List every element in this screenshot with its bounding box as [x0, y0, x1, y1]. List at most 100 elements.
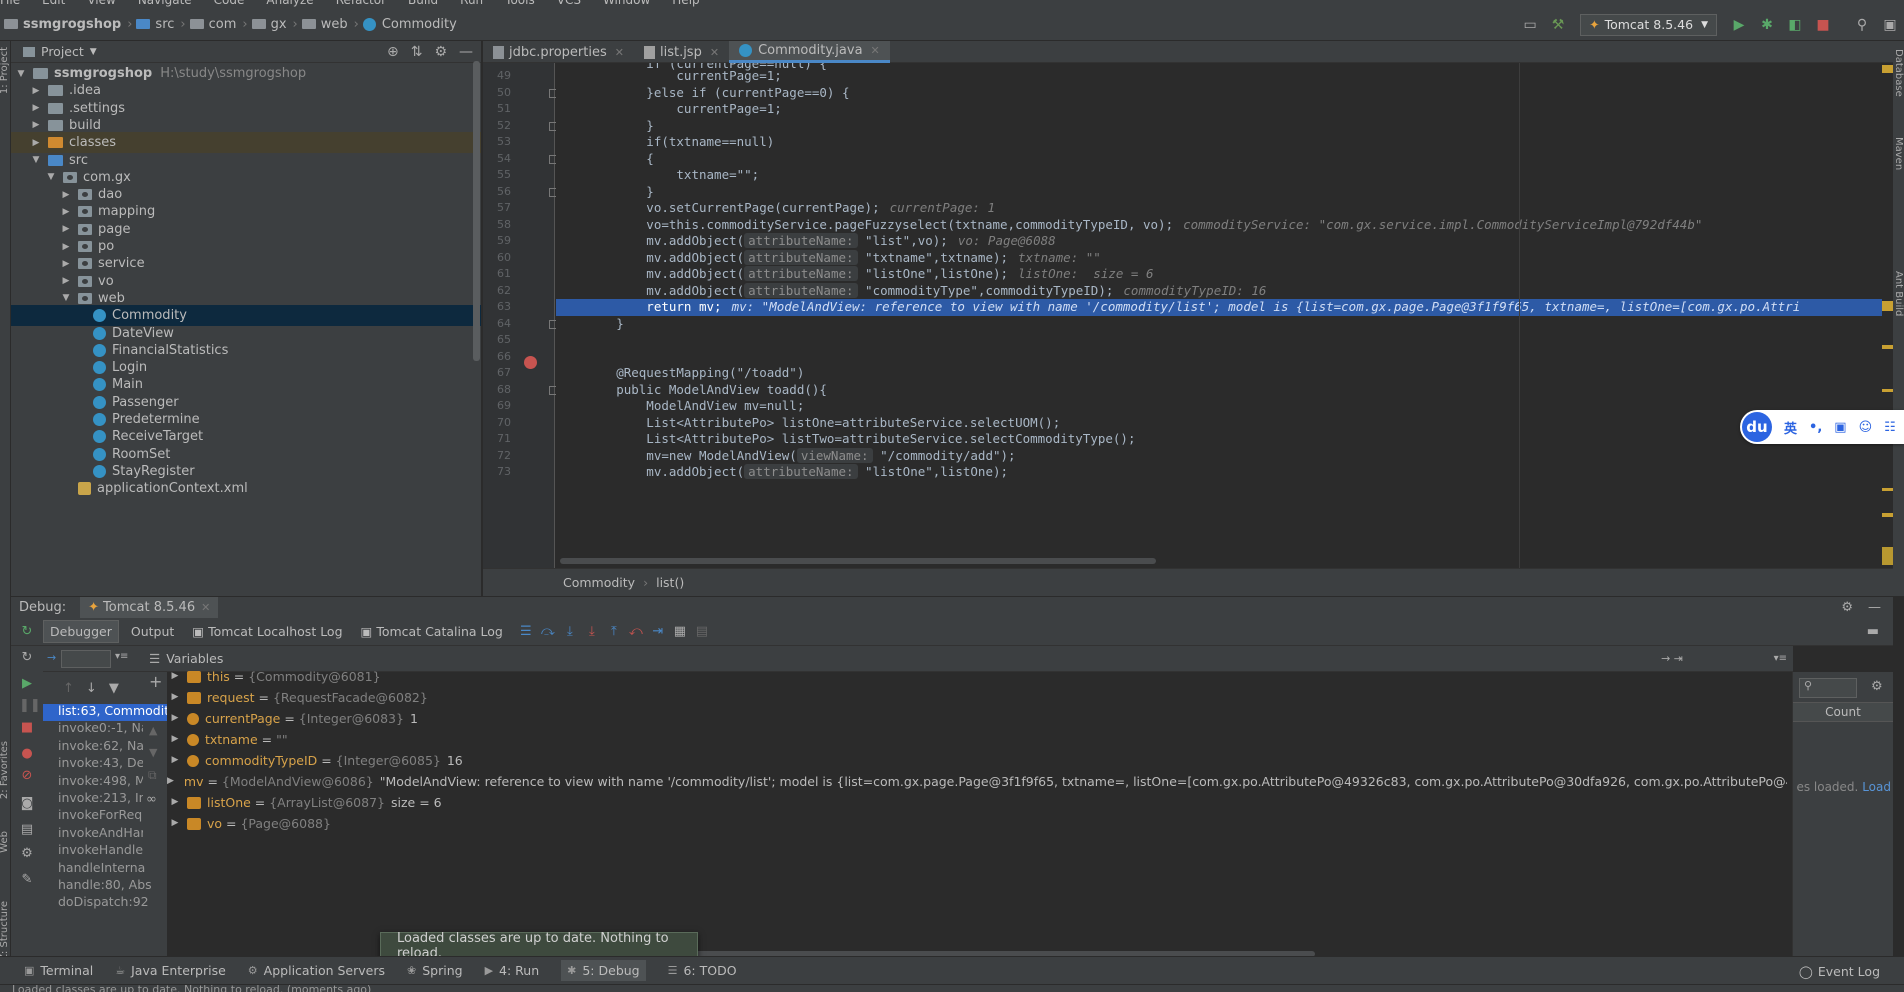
code-line[interactable]: txtname="";: [556, 167, 1882, 184]
up-arrow-icon[interactable]: ↑: [63, 681, 74, 696]
code-line[interactable]: }: [556, 184, 1882, 201]
ime-keyboard-icon[interactable]: ▣: [1834, 420, 1846, 435]
code-line[interactable]: mv.addObject(attributeName: "listOne",li…: [556, 266, 1882, 283]
menu-item[interactable]: Build: [408, 0, 438, 7]
maven-tool-tab[interactable]: Maven: [1893, 137, 1904, 170]
minimize-icon[interactable]: —: [1868, 600, 1881, 615]
breadcrumb-src[interactable]: src ›: [136, 17, 186, 32]
database-tool-tab[interactable]: Database: [1893, 49, 1904, 97]
close-icon[interactable]: ✕: [615, 46, 624, 59]
menu-item[interactable]: View: [87, 0, 115, 7]
run-config-select[interactable]: ✦ Tomcat 8.5.46 ▼: [1580, 13, 1717, 36]
tab-list-jsp[interactable]: list.jsp ✕: [634, 41, 729, 63]
refresh-icon[interactable]: ↻: [19, 650, 35, 666]
code-line[interactable]: }: [556, 118, 1882, 135]
search-icon[interactable]: ⚲: [1851, 14, 1873, 36]
code-line[interactable]: }: [556, 316, 1882, 333]
project-tool-tab[interactable]: 1: Project: [0, 47, 10, 94]
gear-icon[interactable]: ⚙: [434, 44, 447, 60]
class-search-input[interactable]: ⚲: [1799, 678, 1857, 698]
expanded-arrow-icon[interactable]: ▼: [15, 69, 27, 79]
warning-mark[interactable]: [1882, 547, 1893, 565]
code-line[interactable]: mv=new ModelAndView(viewName: "/commodit…: [556, 447, 1882, 465]
breadcrumb-web[interactable]: web ›: [301, 17, 359, 32]
code-line[interactable]: mv.addObject(attributeName: "txtname",tx…: [556, 249, 1882, 267]
editor-horizontal-scrollbar[interactable]: [560, 558, 1156, 564]
tool-window-spring[interactable]: ❀ Spring: [407, 963, 463, 978]
current-execution-line[interactable]: return mv; mv: "ModelAndView: reference t…: [556, 299, 1882, 316]
collapsed-arrow-icon[interactable]: ▶: [60, 190, 72, 200]
menu-item[interactable]: Navigate: [138, 0, 192, 7]
up-icon[interactable]: ▲: [149, 724, 157, 737]
warning-mark[interactable]: [1882, 513, 1893, 517]
ime-language-toggle[interactable]: 英: [1784, 418, 1797, 437]
filter-icon[interactable]: ▼: [109, 681, 119, 696]
locate-icon[interactable]: ⊕: [387, 44, 399, 60]
layout-icon[interactable]: ▬: [1867, 624, 1879, 639]
web-tool-tab[interactable]: Web: [0, 831, 10, 853]
copy-icon[interactable]: ⧉: [148, 768, 157, 783]
structure-tool-tab[interactable]: Z: Structure: [0, 901, 10, 961]
menu-item[interactable]: Tools: [505, 0, 535, 7]
stack-frame[interactable]: doDispatch:92: [43, 891, 167, 912]
code-line[interactable]: currentPage=1;: [556, 68, 1882, 85]
stop-icon[interactable]: ■: [19, 720, 35, 736]
variable-row[interactable]: ▶ vo = {Page@6088}: [167, 813, 1787, 834]
step-out-icon[interactable]: ⤒: [603, 621, 625, 643]
expanded-arrow-icon[interactable]: ▼: [30, 155, 42, 165]
resume-icon[interactable]: ▶: [19, 676, 35, 692]
collapsed-arrow-icon[interactable]: ▶: [60, 276, 72, 286]
collapsed-arrow-icon[interactable]: ▶: [30, 120, 42, 130]
code-line[interactable]: if(txtname==null): [556, 134, 1882, 151]
menu-item[interactable]: Help: [672, 0, 699, 7]
tab-commodity-java[interactable]: Commodity.java ✕: [729, 41, 890, 63]
ide-icon[interactable]: ▣: [1879, 14, 1901, 36]
stack-frame[interactable]: list:63, Commodity(com.gx.web): [43, 704, 167, 721]
gear-icon[interactable]: ⚙: [1841, 600, 1853, 615]
load-classes-link[interactable]: Load: [1862, 780, 1891, 794]
tool-window-terminal[interactable]: ▣ Terminal: [24, 963, 93, 978]
expand-arrow-icon[interactable]: ▶: [167, 666, 183, 687]
favorites-tool-tab[interactable]: 2: Favorites: [0, 741, 10, 799]
tool-window-6-todo[interactable]: ☰ 6: TODO: [668, 963, 737, 978]
code-line[interactable]: mv.addObject(attributeName: "listOne",li…: [556, 464, 1882, 481]
baidu-ime-logo[interactable]: du: [1742, 412, 1772, 442]
tab-output[interactable]: Output: [125, 621, 180, 642]
settings-icon[interactable]: ⚙: [19, 846, 35, 862]
tab-debugger[interactable]: Debugger: [43, 620, 119, 643]
tree-item[interactable]: applicationContext.xml: [11, 478, 481, 499]
tool-window-application-servers[interactable]: ⚙ Application Servers: [248, 963, 385, 978]
arrow-icon[interactable]: → ⇥: [1661, 652, 1683, 665]
stop-icon[interactable]: ■: [1812, 14, 1834, 36]
thread-select[interactable]: [61, 650, 111, 668]
menu-item[interactable]: Run: [460, 0, 483, 7]
pin-icon[interactable]: ✎: [19, 872, 35, 888]
expand-arrow-icon[interactable]: ▶: [167, 687, 183, 708]
code-line[interactable]: {: [556, 151, 1882, 168]
variable-row[interactable]: ▶ commodityTypeID = {Integer@6085} 16: [167, 750, 1787, 771]
menu-item[interactable]: Window: [603, 0, 650, 7]
warning-mark[interactable]: [1882, 65, 1893, 73]
chevron-down-icon[interactable]: ▼: [90, 47, 97, 57]
camera-icon[interactable]: ◙: [19, 796, 35, 812]
expand-arrow-icon[interactable]: ▶: [167, 792, 183, 813]
project-structure-icon[interactable]: ▭: [1519, 14, 1541, 36]
variable-row[interactable]: ▶ txtname = "": [167, 729, 1787, 750]
chevron-down-icon[interactable]: ▾≡: [115, 651, 128, 662]
tool-window-java-enterprise[interactable]: ☕ Java Enterprise: [115, 963, 226, 978]
menu-item[interactable]: Analyze: [266, 0, 313, 7]
tab-jdbc-properties[interactable]: jdbc.properties ✕: [483, 41, 634, 63]
collapsed-arrow-icon[interactable]: ▶: [60, 242, 72, 252]
breadcrumb-file[interactable]: Commodity: [362, 17, 457, 32]
menu-item[interactable]: File: [0, 0, 20, 7]
code-line[interactable]: List<AttributePo> listOne=attributeServi…: [556, 415, 1882, 432]
breadcrumb-gx[interactable]: gx ›: [251, 17, 298, 32]
show-execution-point-icon[interactable]: ☰: [515, 621, 537, 643]
warning-mark[interactable]: [1882, 301, 1893, 311]
variable-row[interactable]: ▶ request = {RequestFacade@6082}: [167, 687, 1787, 708]
editor-crumb-class[interactable]: Commodity: [563, 575, 635, 590]
ime-toolbar[interactable]: du 英 •, ▣ ☺ ☷: [1740, 410, 1904, 444]
step-over-icon[interactable]: ⤼: [537, 621, 559, 643]
collapsed-arrow-icon[interactable]: ▶: [30, 103, 42, 113]
evaluate-expression-icon[interactable]: ▦: [669, 621, 691, 643]
